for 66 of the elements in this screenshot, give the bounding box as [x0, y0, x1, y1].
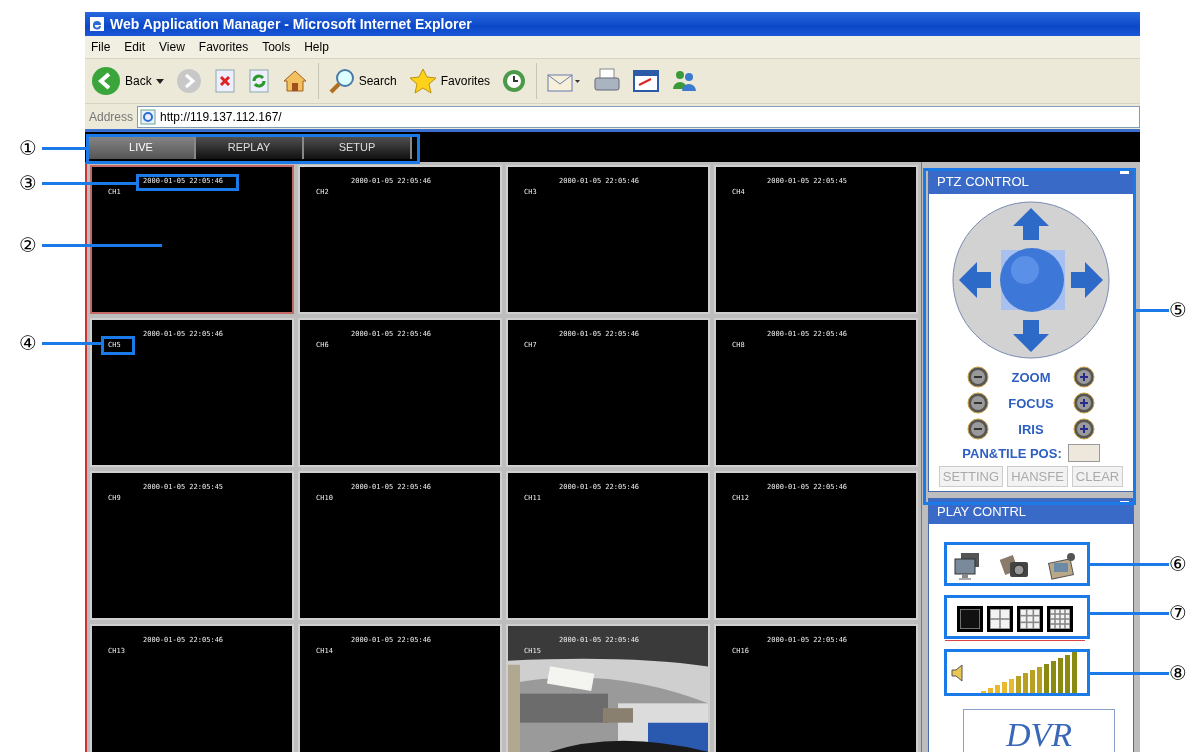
- tab[interactable]: REPLAY: [196, 135, 304, 159]
- callout-box: [101, 336, 135, 355]
- refresh-icon: [247, 69, 270, 93]
- layout-button[interactable]: [1016, 604, 1044, 633]
- position-field: [1067, 444, 1100, 462]
- grid-icon: [956, 604, 984, 633]
- minus-button[interactable]: [967, 392, 989, 414]
- logo: DVR: [963, 709, 1115, 752]
- layout-button[interactable]: [956, 604, 984, 633]
- left-arrow-icon[interactable]: [959, 262, 991, 298]
- clock-icon: [502, 69, 527, 93]
- leader-line: [1136, 308, 1170, 312]
- volume-bars-icon[interactable]: [981, 652, 1079, 694]
- leader-line: [42, 341, 101, 345]
- grid-icon: [1016, 604, 1044, 633]
- caret-icon: [155, 78, 164, 84]
- adjustment-label: FOCUS: [1007, 395, 1055, 411]
- page-icon: [140, 108, 157, 125]
- document-edit-icon: [633, 69, 660, 93]
- panel-header: PLAY CONTRL: [929, 499, 1133, 524]
- down-arrow-icon[interactable]: [1013, 320, 1049, 352]
- people-icon: [671, 69, 698, 93]
- window-title: Web Application Manager - Microsoft Internet Explorer: [110, 16, 472, 32]
- stop-icon: [213, 69, 236, 93]
- grid-icon: [986, 604, 1014, 633]
- toolbar-button[interactable]: [631, 67, 662, 95]
- position-label: PAN&TILE POS:: [962, 445, 1062, 461]
- plus-button[interactable]: [1073, 392, 1095, 414]
- up-arrow-icon[interactable]: [1013, 208, 1049, 240]
- photo-icon: [1046, 551, 1077, 581]
- menu-item[interactable]: Edit: [124, 40, 146, 54]
- layout-button[interactable]: [986, 604, 1014, 633]
- minus-button[interactable]: [967, 366, 989, 388]
- menu-item[interactable]: Tools: [262, 40, 291, 54]
- menu-item[interactable]: View: [159, 40, 185, 54]
- address-label: Address: [89, 109, 134, 124]
- address-field[interactable]: http://119.137.112.167/: [137, 105, 1140, 128]
- panel-header: PTZ CONTROL: [929, 169, 1133, 194]
- speaker-icon[interactable]: [951, 664, 965, 682]
- toolbar-button[interactable]: Search: [326, 66, 399, 96]
- adjustment-label: IRIS: [1017, 421, 1045, 437]
- menu-item[interactable]: Favorites: [198, 40, 249, 54]
- minus-button[interactable]: [967, 418, 989, 440]
- leader-line: [42, 146, 86, 150]
- search-icon: [328, 68, 355, 94]
- layout-button[interactable]: [1046, 604, 1074, 633]
- forward-icon: [175, 68, 202, 94]
- plus-button[interactable]: [1073, 366, 1095, 388]
- tab[interactable]: SETUP: [304, 135, 412, 159]
- back-icon: [91, 66, 121, 96]
- adjustment-label: ZOOM: [1010, 369, 1052, 385]
- toolbar-button[interactable]: Back: [89, 64, 166, 98]
- minimize-button[interactable]: [1120, 501, 1129, 504]
- ball-icon[interactable]: [1000, 248, 1065, 312]
- browser-icon: [89, 16, 105, 32]
- grid-icon: [1046, 604, 1074, 633]
- plus-button[interactable]: [1073, 418, 1095, 440]
- house-icon: [281, 69, 308, 93]
- tab[interactable]: LIVE: [88, 135, 196, 159]
- printer-icon: [593, 68, 622, 94]
- star-icon: [408, 68, 437, 94]
- menu-item[interactable]: File: [91, 40, 111, 54]
- toolbar-button[interactable]: Favorites: [406, 66, 493, 96]
- right-arrow-icon[interactable]: [1071, 262, 1103, 298]
- menu-item[interactable]: Help: [304, 40, 329, 54]
- action-button[interactable]: [1046, 551, 1077, 581]
